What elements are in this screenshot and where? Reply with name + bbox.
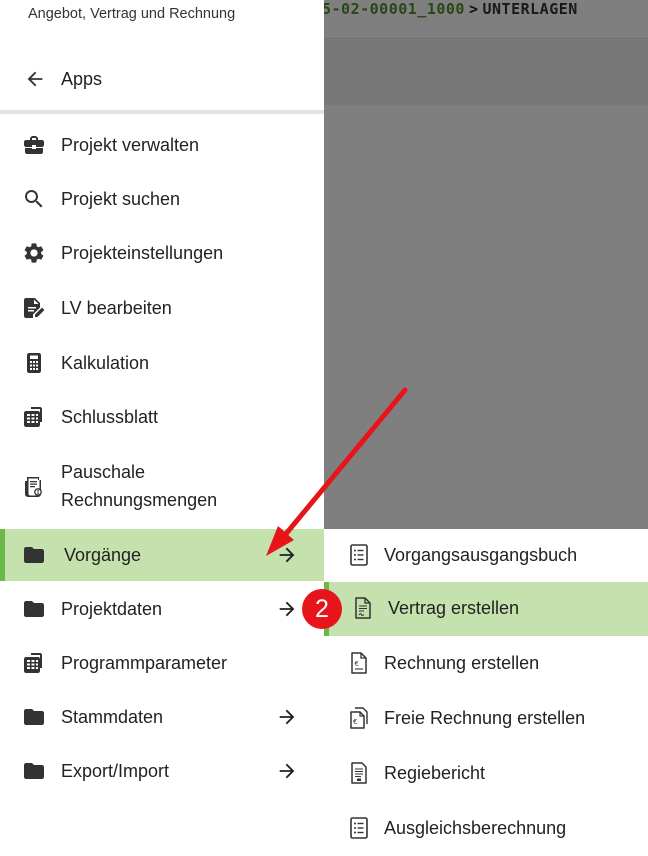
- submenu-item-regiebericht[interactable]: Regiebericht: [324, 747, 648, 801]
- nav-item-stammdaten[interactable]: Stammdaten: [0, 690, 324, 744]
- report-document-icon: [351, 762, 367, 784]
- drawer-subtitle: Angebot, Vertrag und Rechnung: [28, 6, 236, 22]
- nav-item-label: Projekteinstellungen: [61, 243, 224, 263]
- step-badge: 2: [302, 589, 342, 629]
- submenu-item-label: Vertrag erstellen: [388, 598, 520, 618]
- nav-item-projekteinstellungen[interactable]: Projekteinstellungen: [0, 226, 324, 280]
- nav-item-projekt-verwalten[interactable]: Projekt verwalten: [0, 118, 324, 172]
- nav-item-label-line2: Rechnungsmengen: [61, 490, 218, 510]
- sheet-calculator-icon: [24, 407, 42, 427]
- drawer-divider: [0, 110, 324, 114]
- svg-text:€: €: [353, 718, 357, 726]
- list-document-icon: [350, 544, 368, 566]
- nav-item-label-line1: Pauschale: [61, 462, 146, 482]
- document-edit-icon: [24, 298, 44, 318]
- nav-item-pauschale-rechnungsmengen[interactable]: Pauschale Rechnungsmengen: [0, 445, 324, 529]
- nav-item-lv-bearbeiten[interactable]: LV bearbeiten: [0, 281, 324, 335]
- submenu-item-vertrag-erstellen[interactable]: Vertrag erstellen: [324, 582, 648, 636]
- apps-back-button[interactable]: Apps: [0, 52, 324, 108]
- arrow-left-icon: [27, 71, 43, 87]
- svg-text:€: €: [355, 660, 359, 668]
- nav-item-label: Projekt verwalten: [61, 135, 200, 155]
- nav-item-label: Stammdaten: [61, 707, 164, 727]
- nav-item-label: Programmparameter: [61, 653, 228, 673]
- nav-item-kalkulation[interactable]: Kalkulation: [0, 336, 324, 390]
- folder-icon: [24, 709, 44, 725]
- nav-item-programmparameter[interactable]: Programmparameter: [0, 636, 324, 690]
- submenu-item-label: Freie Rechnung erstellen: [384, 708, 586, 728]
- nav-item-label: Vorgänge: [64, 545, 142, 565]
- nav-item-label: Kalkulation: [61, 353, 150, 373]
- folder-icon: [24, 763, 44, 779]
- search-icon: [25, 190, 43, 208]
- receipt-icon: [25, 477, 42, 497]
- submenu-item-label: Rechnung erstellen: [384, 653, 540, 673]
- nav-item-label: Projekt suchen: [61, 189, 181, 209]
- gear-icon: [24, 243, 44, 263]
- calculator-icon: [27, 353, 41, 373]
- free-invoice-icon: €: [350, 707, 368, 729]
- apps-back-label: Apps: [61, 69, 103, 89]
- contract-document-icon: [355, 597, 371, 619]
- nav-item-label: Schlussblatt: [61, 407, 159, 427]
- nav-item-label: Export/Import: [61, 761, 170, 781]
- folder-icon: [24, 601, 44, 617]
- folder-icon: [24, 547, 44, 563]
- submenu-item-label: Vorgangsausgangsbuch: [384, 545, 578, 565]
- submenu-item-freie-rechnung-erstellen[interactable]: € Freie Rechnung erstellen: [324, 692, 648, 746]
- nav-item-label: LV bearbeiten: [61, 298, 172, 318]
- nav-item-projekt-suchen[interactable]: Projekt suchen: [0, 172, 324, 226]
- navigation-drawer: Angebot, Vertrag und Rechnung Apps Proje…: [0, 0, 324, 851]
- arrow-right-icon: [279, 763, 295, 779]
- invoice-document-icon: €: [351, 652, 367, 674]
- submenu-item-vorgangsausgangsbuch[interactable]: Vorgangsausgangsbuch: [324, 529, 648, 583]
- arrow-right-icon: [279, 547, 295, 563]
- nav-item-vorgaenge[interactable]: Vorgänge: [0, 529, 324, 581]
- submenu-item-rechnung-erstellen[interactable]: € Rechnung erstellen: [324, 637, 648, 691]
- submenu-item-label: Regiebericht: [384, 763, 486, 783]
- nav-item-label: Projektdaten: [61, 599, 163, 619]
- nav-item-projektdaten[interactable]: Projektdaten: [0, 582, 324, 636]
- submenu-item-ausgleichsberechnung[interactable]: Ausgleichsberechnung: [324, 802, 648, 856]
- briefcase-icon: [24, 136, 44, 154]
- nav-item-export-import[interactable]: Export/Import: [0, 744, 324, 798]
- list-document-icon: [350, 817, 368, 839]
- nav-item-schlussblatt[interactable]: Schlussblatt: [0, 390, 324, 444]
- sheet-calculator-icon: [24, 653, 42, 673]
- arrow-right-icon: [279, 709, 295, 725]
- submenu-item-label: Ausgleichsberechnung: [384, 818, 567, 838]
- vorgaenge-submenu: Vorgangsausgangsbuch Vertrag erstellen €…: [324, 529, 648, 851]
- arrow-right-icon: [279, 601, 295, 617]
